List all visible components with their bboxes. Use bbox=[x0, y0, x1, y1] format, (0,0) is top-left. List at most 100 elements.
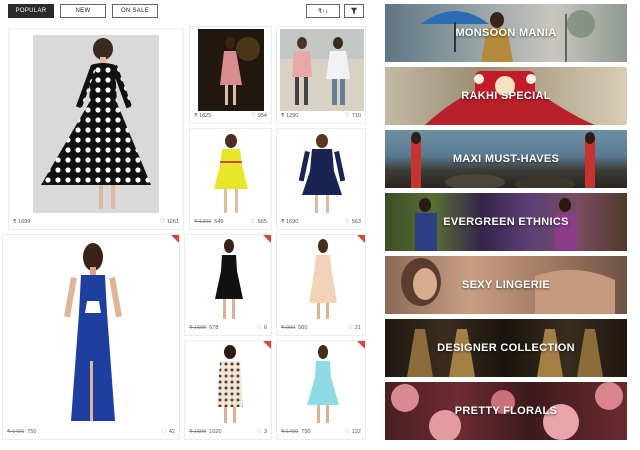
dress-image bbox=[309, 239, 337, 319]
banner-label: EVERGREEN ETHNICS bbox=[443, 216, 569, 228]
heart-icon: ♡ bbox=[344, 219, 350, 225]
sale-price: 1020 bbox=[209, 428, 222, 435]
sale-flag bbox=[357, 341, 365, 349]
tab-new[interactable]: NEW bbox=[60, 4, 106, 18]
dress-image bbox=[298, 134, 346, 213]
banner-label: MONSOON MANIA bbox=[455, 27, 557, 39]
price-group: ₹ 1695 678 bbox=[189, 325, 218, 331]
product-meta: ₹ 1690 ♡ 563 bbox=[281, 217, 361, 226]
like-count: 1261 bbox=[166, 218, 179, 225]
heart-icon: ♡ bbox=[250, 219, 256, 225]
product-price: ₹ 1699 bbox=[13, 218, 31, 225]
likes[interactable]: ♡ 954 bbox=[250, 112, 267, 120]
product-card[interactable]: ₹ 1399 549 ♡ 565 bbox=[189, 128, 272, 230]
price-group: ₹ 1699 1020 bbox=[189, 429, 222, 435]
heart-icon: ♡ bbox=[256, 325, 262, 331]
price-group: ₹ 1499 750 bbox=[7, 429, 36, 435]
like-count: 710 bbox=[351, 112, 361, 119]
tab-popular[interactable]: POPULAR bbox=[8, 4, 54, 18]
product-card[interactable]: ₹ 1699 ♡ 1261 bbox=[8, 28, 184, 230]
dress-image bbox=[307, 345, 339, 423]
sale-flag bbox=[357, 235, 365, 243]
product-meta: ₹ 999 500 ♡ 21 bbox=[281, 323, 361, 332]
product-meta: ₹ 1499 750 ♡ 42 bbox=[7, 427, 175, 436]
price-group: ₹ 1499 750 bbox=[281, 429, 310, 435]
banner-label: DESIGNER COLLECTION bbox=[437, 342, 575, 354]
product-meta: ₹ 1499 750 ♡ 122 bbox=[281, 427, 361, 436]
likes[interactable]: ♡ 6 bbox=[256, 324, 267, 332]
dress-image bbox=[217, 345, 243, 423]
likes[interactable]: ♡ 42 bbox=[161, 428, 175, 436]
product-card[interactable]: ₹ 1625 ♡ 954 bbox=[189, 26, 272, 124]
likes[interactable]: ♡ 3 bbox=[256, 428, 267, 436]
product-card[interactable]: ₹ 1499 750 ♡ 42 bbox=[2, 234, 180, 440]
sale-flag bbox=[171, 235, 179, 243]
banner-maxi-must-haves[interactable]: MAXI MUST-HAVES bbox=[385, 130, 627, 188]
likes[interactable]: ♡ 122 bbox=[344, 428, 361, 436]
banner-rakhi-special[interactable]: RAKHI SPECIAL bbox=[385, 67, 627, 125]
banner-pretty-florals[interactable]: PRETTY FLORALS bbox=[385, 382, 627, 440]
product-card[interactable]: ₹ 1290 ♡ 710 bbox=[276, 26, 366, 124]
product-card[interactable]: ₹ 999 500 ♡ 21 bbox=[276, 234, 366, 336]
filter-button[interactable] bbox=[344, 4, 364, 18]
product-image bbox=[198, 29, 264, 111]
original-price: ₹ 1699 bbox=[189, 428, 207, 435]
like-count: 122 bbox=[351, 428, 361, 435]
sort-price-icon: ₹↑↓ bbox=[318, 8, 328, 15]
product-meta: ₹ 1399 549 ♡ 565 bbox=[194, 217, 267, 226]
sale-price: 678 bbox=[209, 324, 219, 331]
banner-sexy-lingerie[interactable]: SEXY LINGERIE bbox=[385, 256, 627, 314]
product-image bbox=[203, 237, 255, 323]
product-card[interactable]: ₹ 1499 750 ♡ 122 bbox=[276, 340, 366, 440]
product-price: ₹ 1625 bbox=[194, 112, 212, 119]
product-meta: ₹ 1699 ♡ 1261 bbox=[13, 217, 179, 226]
product-image bbox=[299, 237, 347, 323]
banner-label: RAKHI SPECIAL bbox=[461, 90, 551, 102]
heart-icon: ♡ bbox=[347, 325, 353, 331]
like-count: 42 bbox=[168, 428, 175, 435]
sale-price: 500 bbox=[298, 324, 308, 331]
dress-image bbox=[280, 29, 364, 105]
product-image bbox=[61, 241, 125, 425]
sale-price: 750 bbox=[301, 428, 311, 435]
banner-label: SEXY LINGERIE bbox=[461, 279, 551, 291]
likes[interactable]: ♡ 565 bbox=[250, 218, 267, 226]
banner-designer-collection[interactable]: DESIGNER COLLECTION bbox=[385, 319, 627, 377]
sort-price-button[interactable]: ₹↑↓ bbox=[306, 4, 340, 18]
like-count: 3 bbox=[263, 428, 267, 435]
likes[interactable]: ♡ 563 bbox=[344, 218, 361, 226]
heart-icon: ♡ bbox=[256, 429, 262, 435]
original-price: ₹ 1695 bbox=[189, 324, 207, 331]
sale-flag bbox=[263, 235, 271, 243]
heart-icon: ♡ bbox=[344, 429, 350, 435]
product-meta: ₹ 1290 ♡ 710 bbox=[281, 111, 361, 120]
original-price: ₹ 1499 bbox=[281, 428, 299, 435]
original-price: ₹ 1399 bbox=[194, 218, 212, 225]
tab-on-sale[interactable]: ON SALE bbox=[112, 4, 158, 18]
product-image bbox=[205, 343, 255, 427]
product-card[interactable]: ₹ 1690 ♡ 563 bbox=[276, 128, 366, 230]
dress-image bbox=[220, 37, 260, 105]
banner-monsoon-mania[interactable]: MONSOON MANIA bbox=[385, 4, 627, 62]
product-image bbox=[33, 35, 159, 213]
heart-icon: ♡ bbox=[250, 113, 256, 119]
like-count: 563 bbox=[351, 218, 361, 225]
product-card[interactable]: ₹ 1699 1020 ♡ 3 bbox=[184, 340, 272, 440]
likes[interactable]: ♡ 710 bbox=[344, 112, 361, 120]
price-group: ₹ 999 500 bbox=[281, 325, 307, 331]
heart-icon: ♡ bbox=[344, 113, 350, 119]
dress-image bbox=[64, 243, 122, 421]
heart-icon: ♡ bbox=[159, 219, 165, 225]
likes[interactable]: ♡ 1261 bbox=[159, 218, 179, 226]
dress-image bbox=[215, 239, 243, 319]
heart-icon: ♡ bbox=[161, 429, 167, 435]
product-card[interactable]: ₹ 1695 678 ♡ 6 bbox=[184, 234, 272, 336]
banner-label: MAXI MUST-HAVES bbox=[452, 153, 560, 165]
like-count: 565 bbox=[257, 218, 267, 225]
likes[interactable]: ♡ 21 bbox=[347, 324, 361, 332]
product-meta: ₹ 1695 678 ♡ 6 bbox=[189, 323, 267, 332]
like-count: 21 bbox=[354, 324, 361, 331]
product-price: ₹ 1690 bbox=[281, 218, 299, 225]
banner-evergreen-ethnics[interactable]: EVERGREEN ETHNICS bbox=[385, 193, 627, 251]
product-image bbox=[299, 343, 347, 427]
